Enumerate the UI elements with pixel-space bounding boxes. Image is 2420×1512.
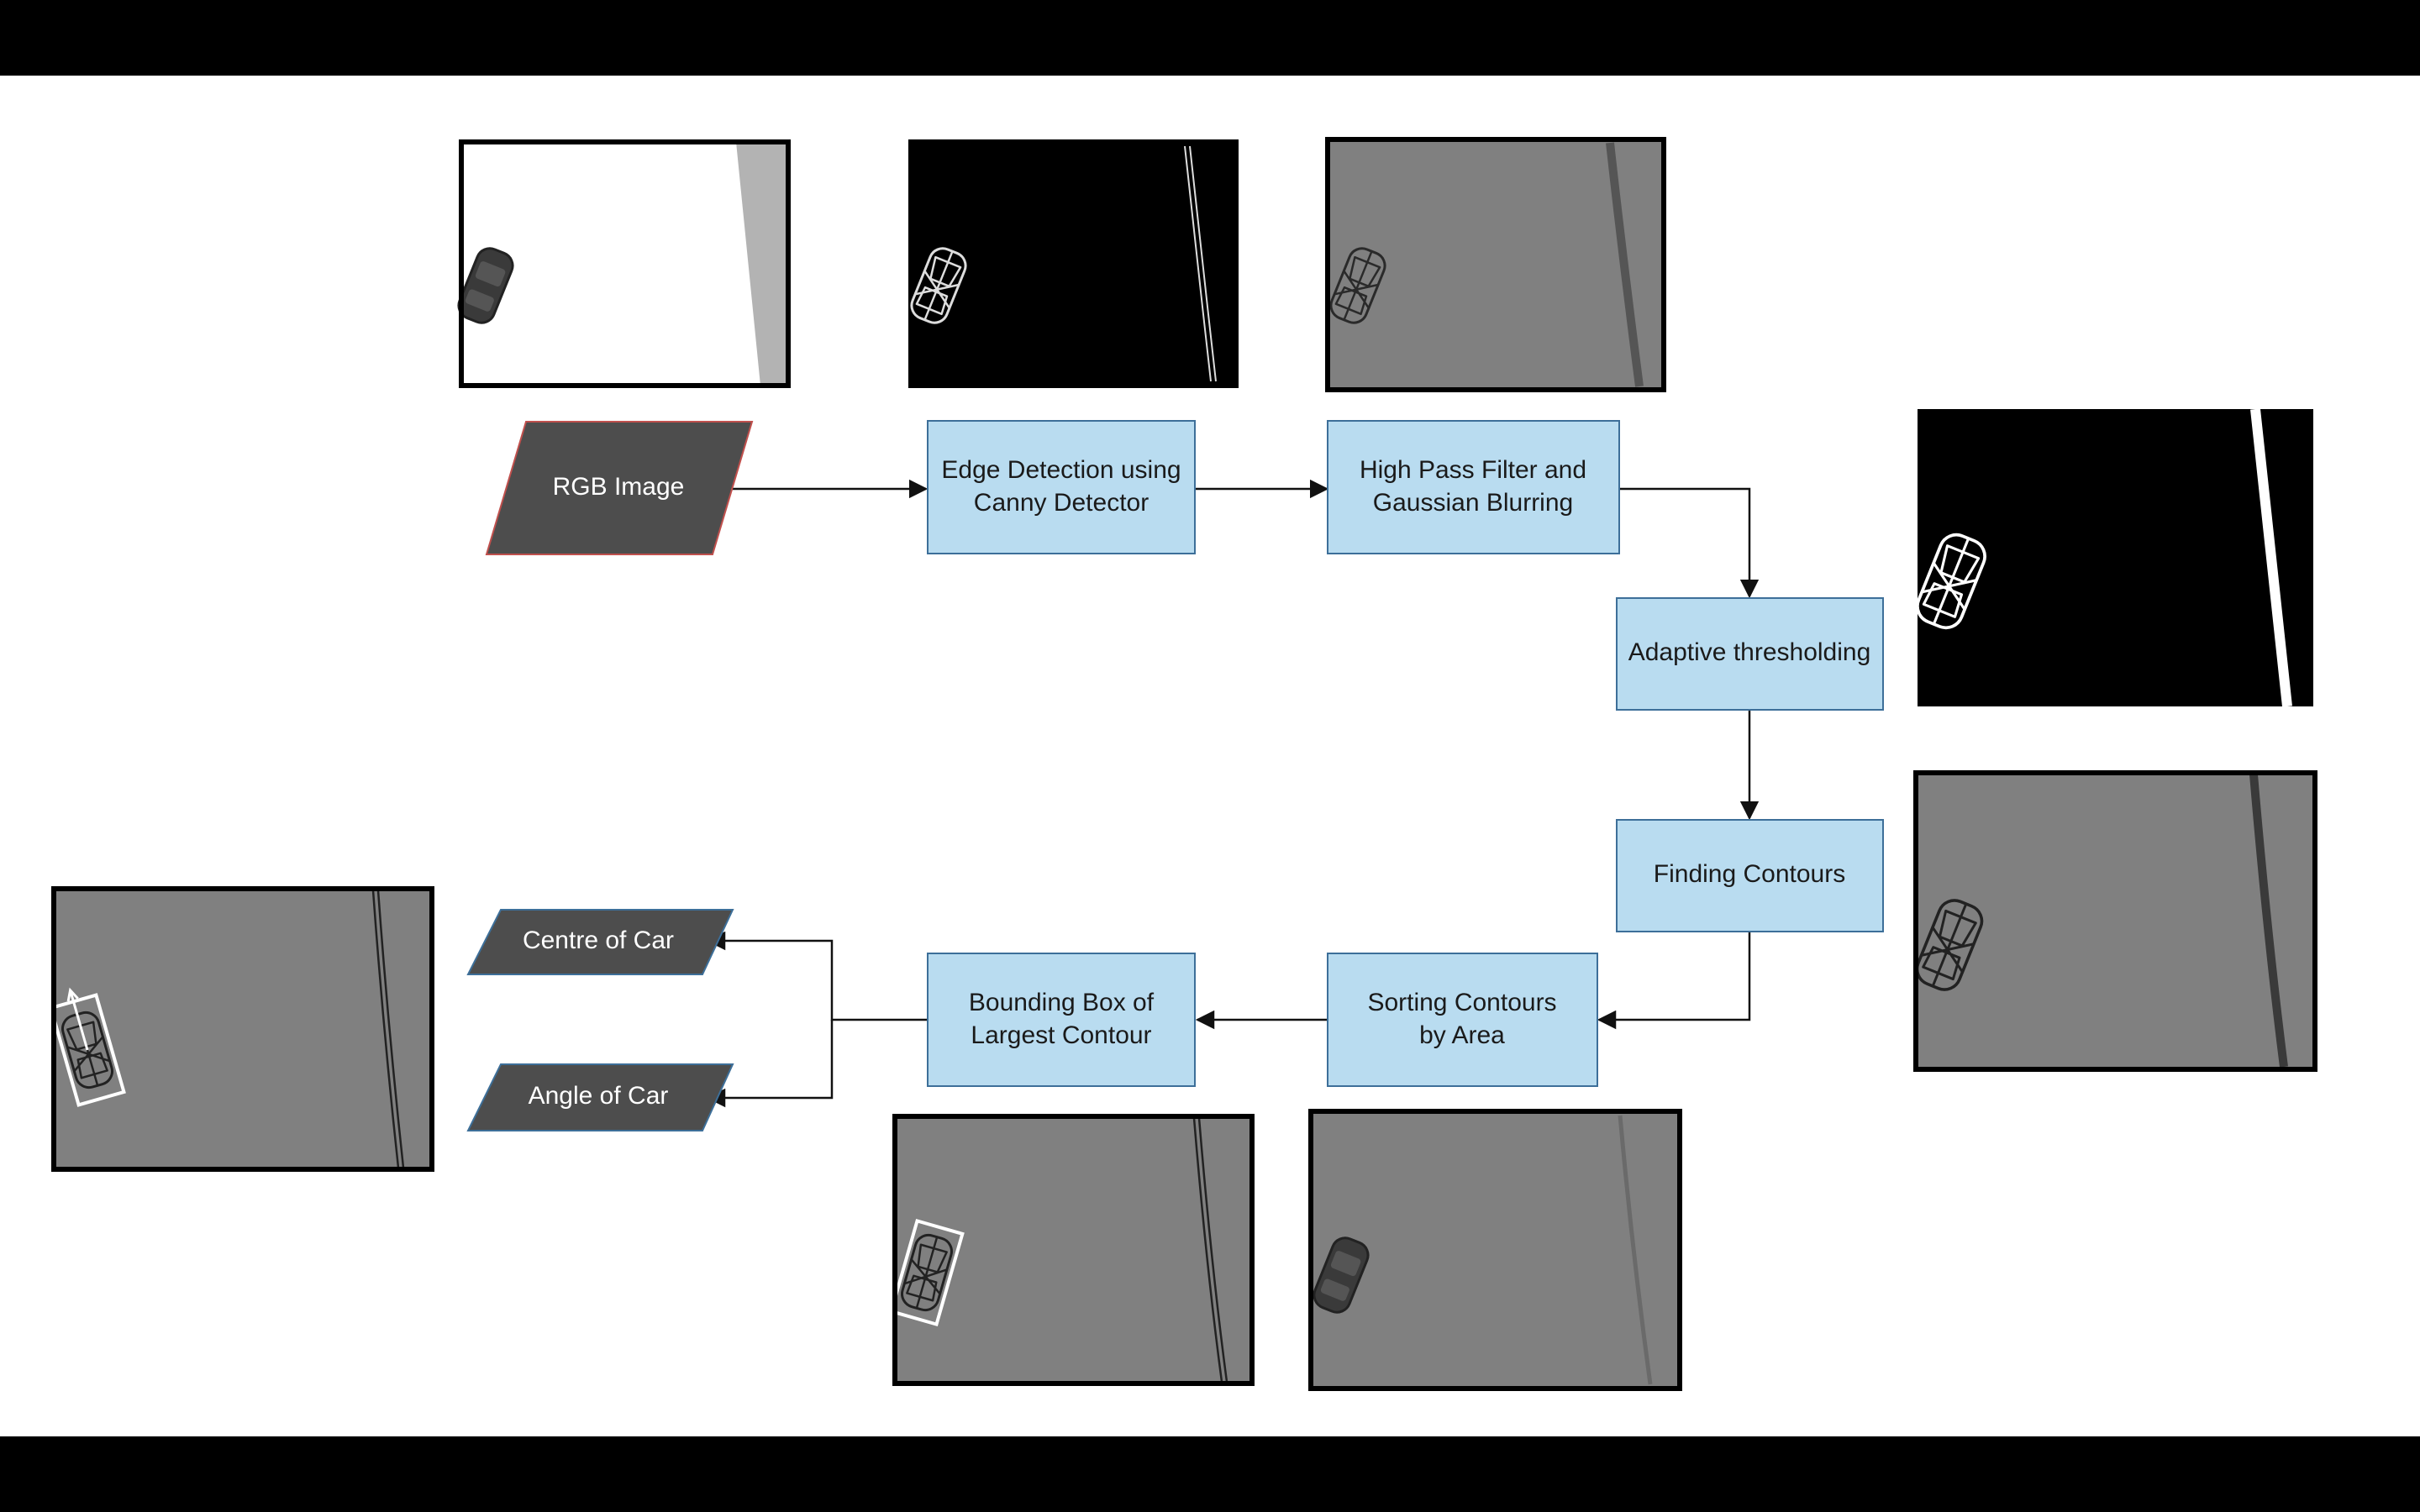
step-finding-contours: Finding Contours: [1616, 819, 1884, 932]
svg-text:Gaussian Blurring: Gaussian Blurring: [1373, 489, 1573, 517]
thumb-final: [49, 886, 434, 1172]
svg-text:Finding Contours: Finding Contours: [1654, 860, 1845, 888]
input-rgb-image: RGB Image: [485, 421, 754, 555]
svg-text:Angle of Car: Angle of Car: [529, 1082, 669, 1110]
thumb-adaptive: [1911, 408, 2313, 707]
step-bounding-box: Bounding Box of Largest Contour: [927, 953, 1196, 1087]
svg-text:Centre of Car: Centre of Car: [523, 927, 674, 954]
thumb-sorting: [1308, 1109, 1682, 1391]
thumb-bounding: [889, 1114, 1255, 1386]
step-edge-detection: Edge Detection using Canny Detector: [927, 420, 1196, 554]
step-high-pass-filter: High Pass Filter and Gaussian Blurring: [1327, 420, 1620, 554]
arrow-contours-to-sorting: [1597, 932, 1751, 1030]
step-sorting-contours: Sorting Contours by Area: [1327, 953, 1598, 1087]
step-adaptive-thresholding: Adaptive thresholding: [1616, 597, 1884, 711]
thumb-rgb: [453, 139, 791, 388]
svg-text:Bounding Box of: Bounding Box of: [969, 989, 1155, 1016]
output-centre-of-car: Centre of Car: [466, 909, 734, 975]
svg-text:by Area: by Area: [1419, 1021, 1505, 1049]
svg-text:Edge Detection using: Edge Detection using: [941, 456, 1181, 484]
svg-text:RGB Image: RGB Image: [553, 473, 685, 501]
svg-text:Adaptive thresholding: Adaptive thresholding: [1628, 638, 1871, 666]
output-angle-of-car: Angle of Car: [466, 1063, 734, 1131]
arrow-to-centre: [706, 931, 928, 1021]
arrow-highpass-to-adaptive: [1619, 487, 1760, 599]
thumb-contours: [1910, 770, 2317, 1072]
arrow-to-angle: [706, 1020, 834, 1108]
svg-text:Sorting Contours: Sorting Contours: [1367, 989, 1556, 1016]
pipeline-diagram: Edge Detection using Canny Detector High…: [49, 137, 2317, 1391]
svg-text:High Pass Filter and: High Pass Filter and: [1360, 456, 1586, 484]
thumb-canny: [906, 139, 1239, 388]
svg-text:Canny Detector: Canny Detector: [974, 489, 1149, 517]
thumb-highpass: [1325, 137, 1666, 392]
svg-text:Largest Contour: Largest Contour: [971, 1021, 1151, 1049]
